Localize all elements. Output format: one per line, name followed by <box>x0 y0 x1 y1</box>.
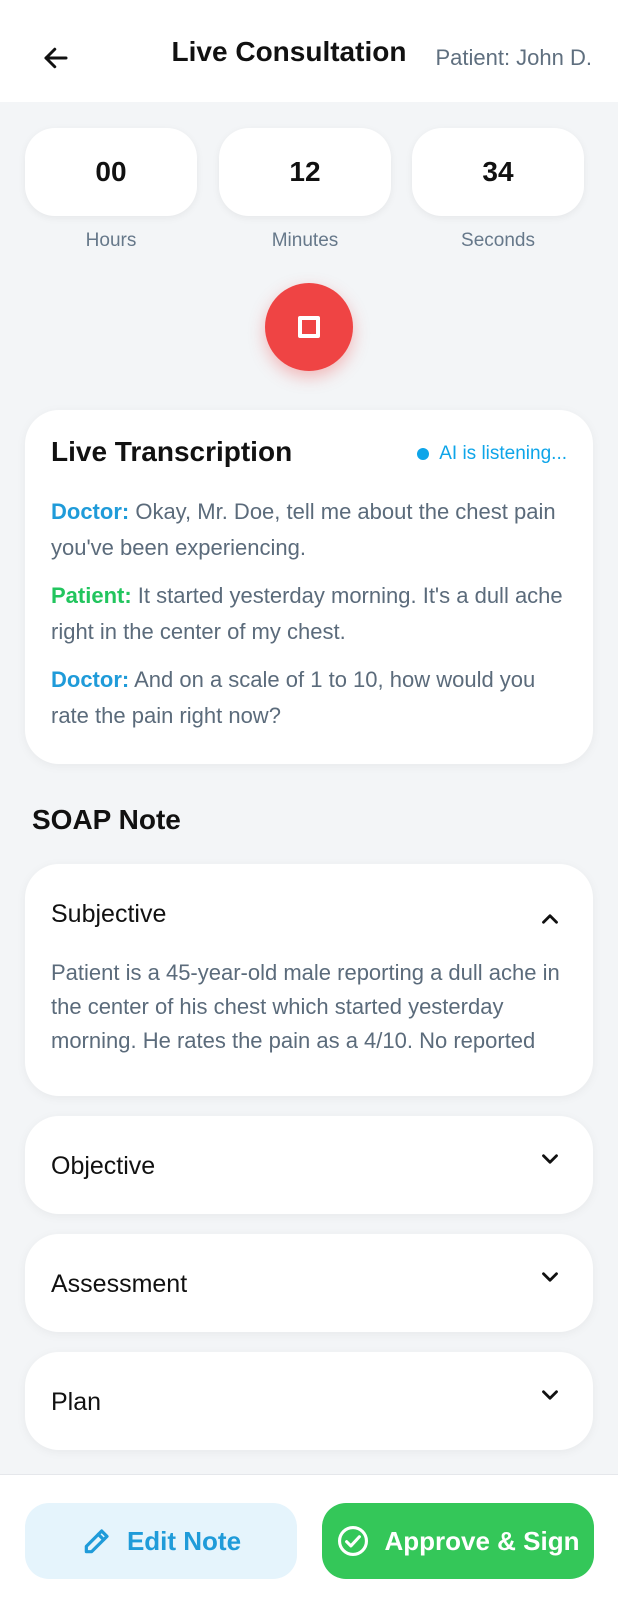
stop-recording-button[interactable] <box>265 283 353 371</box>
transcript-line: Doctor: Okay, Mr. Doe, tell me about the… <box>51 494 567 566</box>
approve-sign-label: Approve & Sign <box>384 1525 580 1556</box>
edit-note-label: Edit Note <box>126 1525 242 1556</box>
transcript-lines: Doctor: Okay, Mr. Doe, tell me about the… <box>51 494 567 746</box>
listening-status: AI is listening... <box>417 443 567 465</box>
soap-section-objective[interactable]: Objective <box>25 1116 593 1214</box>
listening-dot-icon <box>417 448 430 460</box>
timer-hours-label: Hours <box>85 230 137 251</box>
section-title: Plan <box>51 1388 102 1416</box>
speaker-label: Patient: <box>51 583 132 608</box>
soap-section-plan[interactable]: Plan <box>25 1352 593 1450</box>
app: Live Consultation Patient: John D. 00 12… <box>0 0 618 1600</box>
bottom-action-bar: Edit Note Approve & Sign <box>0 1474 618 1600</box>
section-title: Objective <box>51 1152 156 1180</box>
transcription-title: Live Transcription <box>51 436 293 467</box>
chevron-up-icon[interactable] <box>537 906 563 932</box>
speaker-label: Doctor: <box>51 667 130 692</box>
transcript-line: Doctor: And on a scale of 1 to 10, how w… <box>51 662 567 734</box>
timer-seconds: 34 <box>412 128 584 216</box>
section-title: Assessment <box>51 1270 188 1298</box>
section-title: Subjective <box>51 900 167 928</box>
timer-minutes: 12 <box>219 128 391 216</box>
listening-status-text: AI is listening... <box>439 443 567 464</box>
chevron-down-icon[interactable] <box>537 1382 563 1408</box>
chevron-down-icon[interactable] <box>537 1264 563 1290</box>
approve-sign-button[interactable]: Approve & Sign <box>322 1503 594 1579</box>
timer-minutes-label: Minutes <box>271 230 339 251</box>
transcription-card: Live Transcription AI is listening... Do… <box>25 410 593 764</box>
stop-icon <box>298 316 320 338</box>
soap-section-assessment[interactable]: Assessment <box>25 1234 593 1332</box>
timer-hours: 00 <box>25 128 197 216</box>
subjective-body: Patient is a 45-year-old male reporting … <box>51 960 560 1066</box>
top-app-bar: Live Consultation Patient: John D. <box>0 0 618 102</box>
pencil-icon <box>84 1529 109 1554</box>
edit-note-button[interactable]: Edit Note <box>25 1503 297 1579</box>
transcript-line: Patient: It started yesterday morning. I… <box>51 578 567 650</box>
soap-section-subjective[interactable]: Subjective Patient is a 45-year-old male… <box>25 864 593 1096</box>
soap-note-heading: SOAP Note <box>32 804 181 835</box>
check-circle-icon <box>338 1525 369 1557</box>
patient-name: Patient: John D. <box>435 45 592 70</box>
timer-seconds-label: Seconds <box>461 230 535 251</box>
chevron-down-icon[interactable] <box>537 1146 563 1172</box>
speaker-label: Doctor: <box>51 499 130 524</box>
